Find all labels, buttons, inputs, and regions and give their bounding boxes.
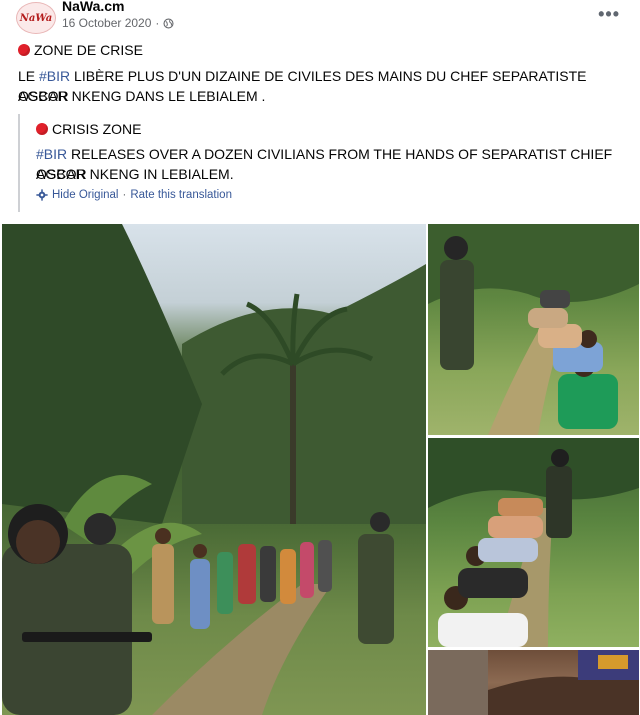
translation-hashtag-link[interactable]: #BIR	[36, 146, 67, 162]
post-body-line2: OSCAR NKENG DANS LE LEBIALEM .	[18, 88, 266, 104]
red-circle-icon	[18, 44, 30, 56]
facebook-post-card: NaWa NaWa.cm 16 October 2020 · ••• ZONE …	[0, 0, 640, 715]
photo-middle-right-illustration	[428, 438, 639, 647]
translation-block: CRISIS ZONE #BIR RELEASES OVER A DOZEN C…	[18, 114, 620, 212]
photo-main-illustration	[2, 224, 426, 715]
translation-heading: CRISIS ZONE	[52, 121, 142, 137]
photo-civilians-seated-path[interactable]	[428, 438, 639, 647]
photo-top-right-illustration	[428, 224, 639, 435]
page-name-link[interactable]: NaWa.cm	[62, 0, 125, 14]
translation-links: Hide Original · Rate this translation	[36, 189, 232, 201]
avatar-logo-text: NaWa	[19, 12, 53, 24]
photo-soldier-seated-civilians[interactable]	[428, 224, 639, 435]
more-options-icon[interactable]: •••	[598, 4, 620, 25]
hide-original-link[interactable]: Hide Original	[52, 189, 118, 201]
red-circle-icon	[36, 123, 48, 135]
photo-bottom-right-illustration	[428, 650, 639, 715]
globe-icon	[163, 17, 174, 29]
translation-heading-line: CRISIS ZONE	[36, 119, 141, 139]
gear-icon	[36, 189, 48, 201]
translation-line2: OSCAR NKENG IN LEBIALEM.	[36, 166, 234, 182]
post-heading: ZONE DE CRISE	[34, 42, 143, 58]
hashtag-link[interactable]: #BIR	[39, 68, 70, 84]
post-meta: 16 October 2020 ·	[62, 16, 174, 30]
rate-translation-link[interactable]: Rate this translation	[130, 189, 232, 201]
links-separator: ·	[122, 189, 127, 201]
photo-partial-bottom[interactable]	[428, 650, 639, 715]
post-date[interactable]: 16 October 2020	[62, 16, 151, 30]
post-body-prefix: LE	[18, 68, 40, 84]
photo-main-soldiers-civilians[interactable]	[2, 224, 426, 715]
page-avatar[interactable]: NaWa	[16, 2, 56, 34]
meta-separator: ·	[155, 16, 160, 30]
post-heading-line: ZONE DE CRISE	[18, 40, 143, 60]
